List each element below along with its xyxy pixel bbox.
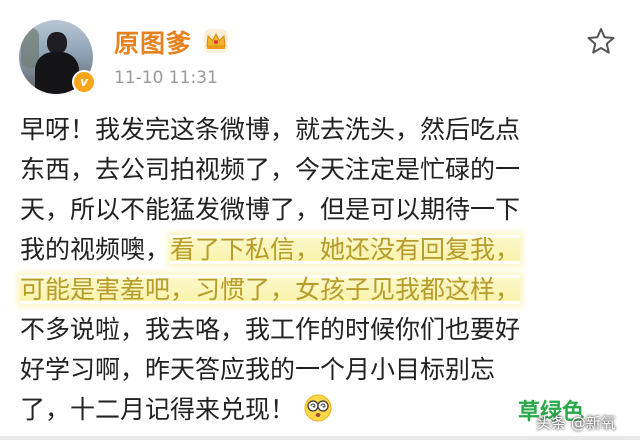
avatar-figure-head	[47, 32, 67, 54]
post-line: 东西，去公司拍视频了，今天注定是忙碌的一	[20, 150, 620, 190]
post-text: 早呀！我发完这条微博，就去洗头，然后吃点	[20, 115, 521, 144]
highlighted-text: 看了下私信，她还没有回复我，	[170, 235, 521, 264]
post-line: 我的视频噢，看了下私信，她还没有回复我，	[20, 230, 620, 270]
post-line: 不多说啦，我去咯，我工作的时候你们也要好	[20, 310, 620, 350]
post-timestamp: 11-10 11:31	[114, 68, 218, 88]
post-body: 早呀！我发完这条微博，就去洗头，然后吃点 东西，去公司拍视频了，今天注定是忙碌的…	[20, 110, 620, 430]
post-text: 好学习啊，昨天答应我的一个月小目标别忘	[20, 355, 496, 384]
highlighted-text: 可能是害羞吧，习惯了，女孩子见我都这样，	[20, 275, 521, 304]
weibo-post-card: v 原图爹 11-10 11:31 早呀！我发完这条微博，就去洗头，然后吃点 东…	[0, 0, 640, 440]
post-line: 天，所以不能猛发微博了，但是可以期待一下	[20, 190, 620, 230]
post-line: 好学习啊，昨天答应我的一个月小目标别忘	[20, 350, 620, 390]
user-name[interactable]: 原图爹	[114, 24, 192, 60]
post-line: 可能是害羞吧，习惯了，女孩子见我都这样，	[20, 270, 620, 310]
verified-badge-icon: v	[72, 70, 96, 94]
avatar-figure-body	[35, 52, 79, 94]
post-text: 我的视频噢，	[20, 235, 171, 264]
dizzy-face-emoji-icon	[304, 394, 332, 422]
watermark-secondary: 头条 @新氧	[536, 414, 616, 432]
star-outline-icon[interactable]	[586, 26, 616, 56]
crown-vip-icon	[204, 29, 228, 53]
bottom-divider	[0, 436, 640, 440]
post-line: 早呀！我发完这条微博，就去洗头，然后吃点	[20, 110, 620, 150]
post-text: 东西，去公司拍视频了，今天注定是忙碌的一	[20, 155, 521, 184]
post-text: 不多说啦，我去咯，我工作的时候你们也要好	[20, 315, 521, 344]
post-text: 天，所以不能猛发微博了，但是可以期待一下	[20, 195, 521, 224]
post-text: 了，十二月记得来兑现！	[20, 395, 296, 424]
